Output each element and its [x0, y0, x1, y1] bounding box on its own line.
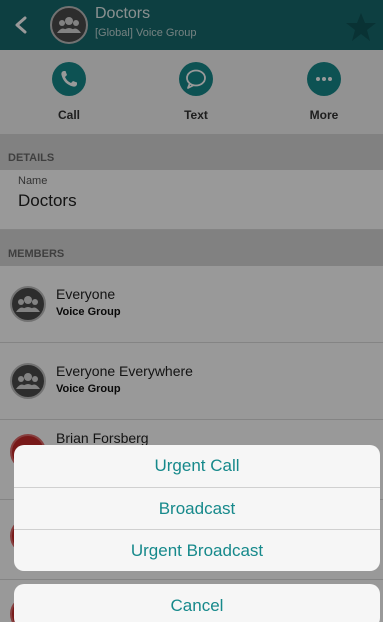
urgent-broadcast-option[interactable]: Urgent Broadcast	[14, 529, 380, 571]
action-sheet: Urgent Call Broadcast Urgent Broadcast	[14, 445, 380, 571]
urgent-call-option[interactable]: Urgent Call	[14, 445, 380, 487]
cancel-button[interactable]: Cancel	[14, 584, 380, 622]
broadcast-option[interactable]: Broadcast	[14, 487, 380, 529]
